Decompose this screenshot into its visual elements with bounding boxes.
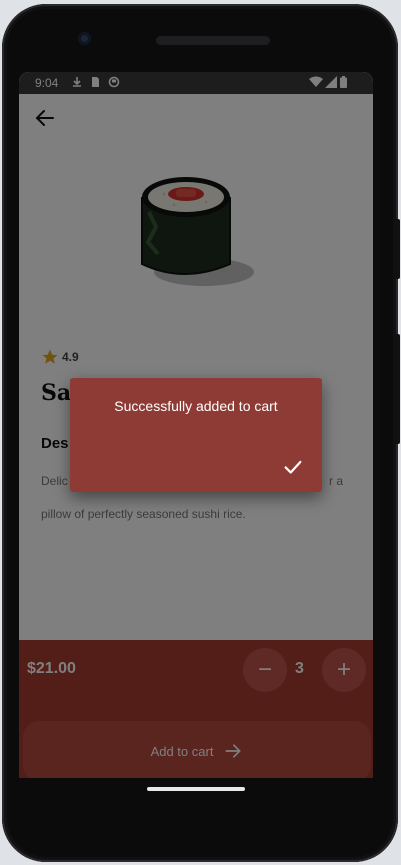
volume-button bbox=[395, 219, 400, 279]
speaker-grille bbox=[156, 36, 270, 45]
front-camera bbox=[78, 32, 91, 45]
check-icon[interactable] bbox=[282, 456, 304, 478]
app-screen: 9:04 bbox=[19, 72, 373, 778]
power-button bbox=[395, 334, 400, 444]
home-indicator[interactable] bbox=[147, 787, 245, 791]
success-dialog: Successfully added to cart bbox=[70, 378, 322, 492]
dialog-message: Successfully added to cart bbox=[114, 398, 278, 414]
